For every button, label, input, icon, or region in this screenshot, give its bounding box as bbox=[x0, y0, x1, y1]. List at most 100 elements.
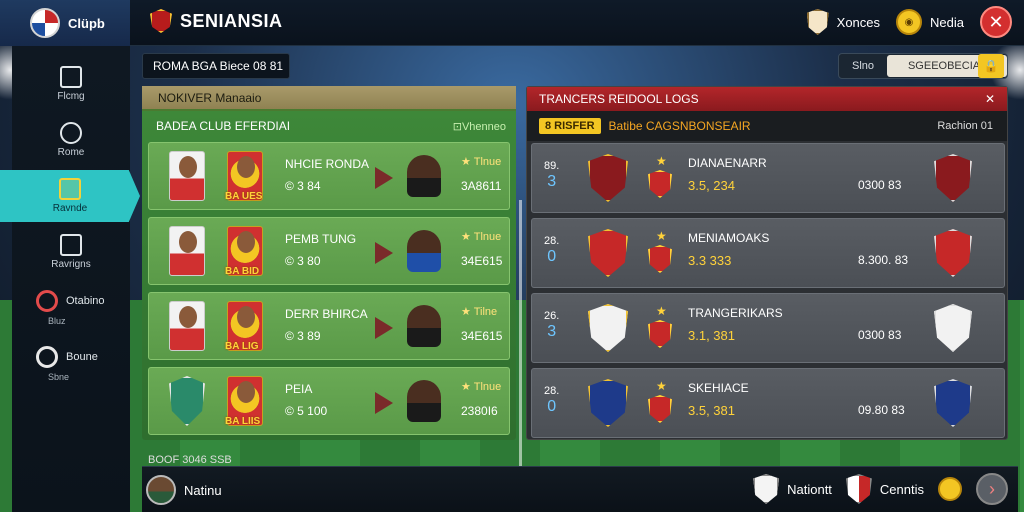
view-toggle[interactable]: ⊡Vhenneo bbox=[453, 120, 506, 133]
avatar bbox=[146, 475, 176, 505]
player-gold-tag: BA BID bbox=[225, 266, 260, 277]
opponent-crest-icon bbox=[934, 229, 972, 277]
transfers-subheader: 8 RISFER Batibe CAGSNBONSEAIR Rachion 01 bbox=[527, 111, 1007, 141]
transfer-arrow-icon bbox=[375, 242, 393, 264]
player-row[interactable]: BA UES NHCIE RONDA © 3 84 ★ Tlnue 3A8611 bbox=[148, 142, 510, 210]
transfer-index-top: 26. bbox=[544, 310, 560, 322]
sidebar-item-label: Rome bbox=[57, 147, 85, 158]
next-button[interactable]: › bbox=[976, 473, 1008, 505]
transfer-row[interactable]: 89. 3 ★ DIANAENARR 3.5, 234 0300 83 bbox=[531, 143, 1005, 213]
transfer-club-name: MENIAMOAKS bbox=[688, 231, 770, 245]
star-icon: ★ bbox=[656, 154, 667, 168]
transfers-subtitle: Batibe CAGSNBONSEAIR bbox=[608, 119, 751, 133]
player-name: NHCIE RONDA bbox=[285, 157, 370, 171]
team2-label: Cenntis bbox=[879, 481, 924, 497]
top-right-controls: Xonces ◉ Nedia ✕ bbox=[806, 6, 1012, 38]
sidebar-extra-label: Otabino bbox=[66, 295, 105, 307]
transfer-value: 0300 83 bbox=[858, 328, 902, 342]
transfer-index-big: 0 bbox=[547, 248, 557, 265]
user-profile-button[interactable]: Natinu bbox=[146, 475, 222, 505]
transfer-row[interactable]: 26. 3 ★ TRANGERIKARS 3.1, 381 0300 83 bbox=[531, 293, 1005, 363]
player-name: DERR BHIRCA bbox=[285, 307, 368, 321]
transfer-value: 0300 83 bbox=[858, 178, 902, 192]
pitch-center-line bbox=[519, 200, 522, 470]
title-area: SENIANSIA bbox=[150, 9, 283, 33]
ring-icon bbox=[36, 290, 58, 312]
sidebar-item-otabino[interactable]: Otabino bbox=[36, 290, 105, 312]
star-icon: ★ bbox=[656, 379, 667, 393]
coin-icon: ◉ bbox=[896, 9, 923, 35]
player-row[interactable]: BA BID PEMB TUNG © 3 80 ★ Tlnue 34E615 bbox=[148, 217, 510, 285]
player-avatar bbox=[407, 380, 441, 422]
team2-button[interactable]: Cenntis bbox=[845, 474, 924, 504]
mini-crest-icon bbox=[648, 245, 672, 273]
team1-label: Nationtt bbox=[787, 481, 832, 497]
transfer-index-big: 3 bbox=[547, 323, 557, 340]
transfers-panel: TRANCERS REIDOOL LOGS ✕ 8 RISFER Batibe … bbox=[526, 86, 1008, 440]
player-rating: © 3 89 bbox=[285, 329, 321, 343]
club-crest-icon bbox=[588, 154, 628, 202]
players-panel-header: NOKIVER Manaaio bbox=[142, 86, 516, 111]
player-row[interactable]: BA LIG DERR BHIRCA © 3 89 ★ Tilne 34E615 bbox=[148, 292, 510, 360]
close-button[interactable]: ✕ bbox=[980, 6, 1012, 38]
page-title: SENIANSIA bbox=[180, 10, 283, 31]
home-icon bbox=[60, 66, 82, 88]
club-crest-icon bbox=[588, 379, 628, 427]
transfer-stat: 3.5, 381 bbox=[688, 403, 735, 418]
sidebar-item-home[interactable]: Flcmg bbox=[12, 58, 130, 110]
player-gold-tag: BA LIIS bbox=[225, 416, 261, 427]
coins-display[interactable]: ◉ Nedia bbox=[896, 9, 964, 35]
player-value: 3A8611 bbox=[461, 179, 502, 193]
player-name: PEIA bbox=[285, 382, 313, 396]
club-shield-icon bbox=[806, 9, 829, 35]
player-row[interactable]: BA LIIS PEIA © 5 100 ★ Tlnue 2380I6 bbox=[148, 367, 510, 435]
player-stars: ★ Tlnue bbox=[461, 156, 502, 168]
players-panel: NOKIVER Manaaio BADEA CLUB EFERDIAI ⊡Vhe… bbox=[142, 86, 516, 440]
transfer-row[interactable]: 28. 0 ★ MENIAMOAKS 3.3 333 8.300. 83 bbox=[531, 218, 1005, 288]
shield-icon bbox=[150, 9, 172, 33]
opponent-crest-icon bbox=[934, 379, 972, 427]
transfer-stat: 3.1, 381 bbox=[688, 328, 735, 343]
player-name: PEMB TUNG bbox=[285, 232, 357, 246]
mini-crest-icon bbox=[648, 395, 672, 423]
sidebar-extra-sub: Bluz bbox=[48, 316, 66, 326]
club-logo-button[interactable]: Clüpb bbox=[0, 0, 130, 46]
team-crest-icon bbox=[845, 474, 872, 504]
opponent-crest-icon bbox=[934, 304, 972, 352]
player-avatar bbox=[407, 155, 441, 197]
player-avatar bbox=[407, 305, 441, 347]
transfer-club-name: TRANGERIKARS bbox=[688, 306, 783, 320]
sidebar-item-ravrigns[interactable]: Ravrigns bbox=[12, 226, 130, 278]
club-badge-button[interactable]: Xonces bbox=[806, 9, 880, 35]
transfer-value: 8.300. 83 bbox=[858, 253, 909, 267]
player-gold-tag: BA UES bbox=[225, 191, 263, 202]
logo-label: Clüpb bbox=[68, 15, 105, 31]
sidebar-item-rome[interactable]: Rome bbox=[12, 114, 130, 166]
team1-button[interactable]: Nationtt bbox=[753, 474, 832, 504]
close-icon[interactable]: ✕ bbox=[985, 92, 995, 106]
sidebar-extra-sub: Sbne bbox=[48, 372, 70, 382]
bottom-bar: Natinu Nationtt Cenntis › bbox=[142, 466, 1018, 512]
transfer-stat: 3.3 333 bbox=[688, 253, 732, 268]
transfer-index-top: 28. bbox=[544, 385, 560, 397]
sidebar-item-boune[interactable]: Boune bbox=[36, 346, 98, 368]
player-value: 34E615 bbox=[461, 329, 503, 343]
user-label: Natinu bbox=[184, 482, 222, 498]
lock-button[interactable]: 🔒 bbox=[978, 54, 1004, 78]
club-crest-icon bbox=[30, 8, 60, 38]
player-stars: ★ Tlnue bbox=[461, 231, 502, 243]
coins-label: Nedia bbox=[930, 14, 964, 30]
club-name: BADEA CLUB EFERDIAI bbox=[156, 119, 291, 133]
coin-icon bbox=[938, 477, 962, 501]
club-crest-icon bbox=[169, 376, 205, 426]
player-card-icon bbox=[169, 301, 205, 351]
sidebar: Flcmg Rome Ravnde Ravrigns Otabino Bluz … bbox=[0, 46, 140, 512]
players-panel-subheader: BADEA CLUB EFERDIAI ⊡Vhenneo bbox=[142, 111, 516, 141]
transfer-badge[interactable]: 8 RISFER bbox=[539, 118, 601, 134]
top-bar: Clüpb SENIANSIA Xonces ◉ Nedia ✕ bbox=[0, 0, 1024, 46]
club-crest-icon bbox=[588, 229, 628, 277]
sidebar-item-label: Flcmg bbox=[57, 91, 85, 102]
player-stars: ★ Tilne bbox=[461, 306, 498, 318]
transfer-row[interactable]: 28. 0 ★ SKEHIACE 3.5, 381 09.80 83 bbox=[531, 368, 1005, 438]
sidebar-item-ravnde[interactable]: Ravnde bbox=[0, 170, 140, 222]
